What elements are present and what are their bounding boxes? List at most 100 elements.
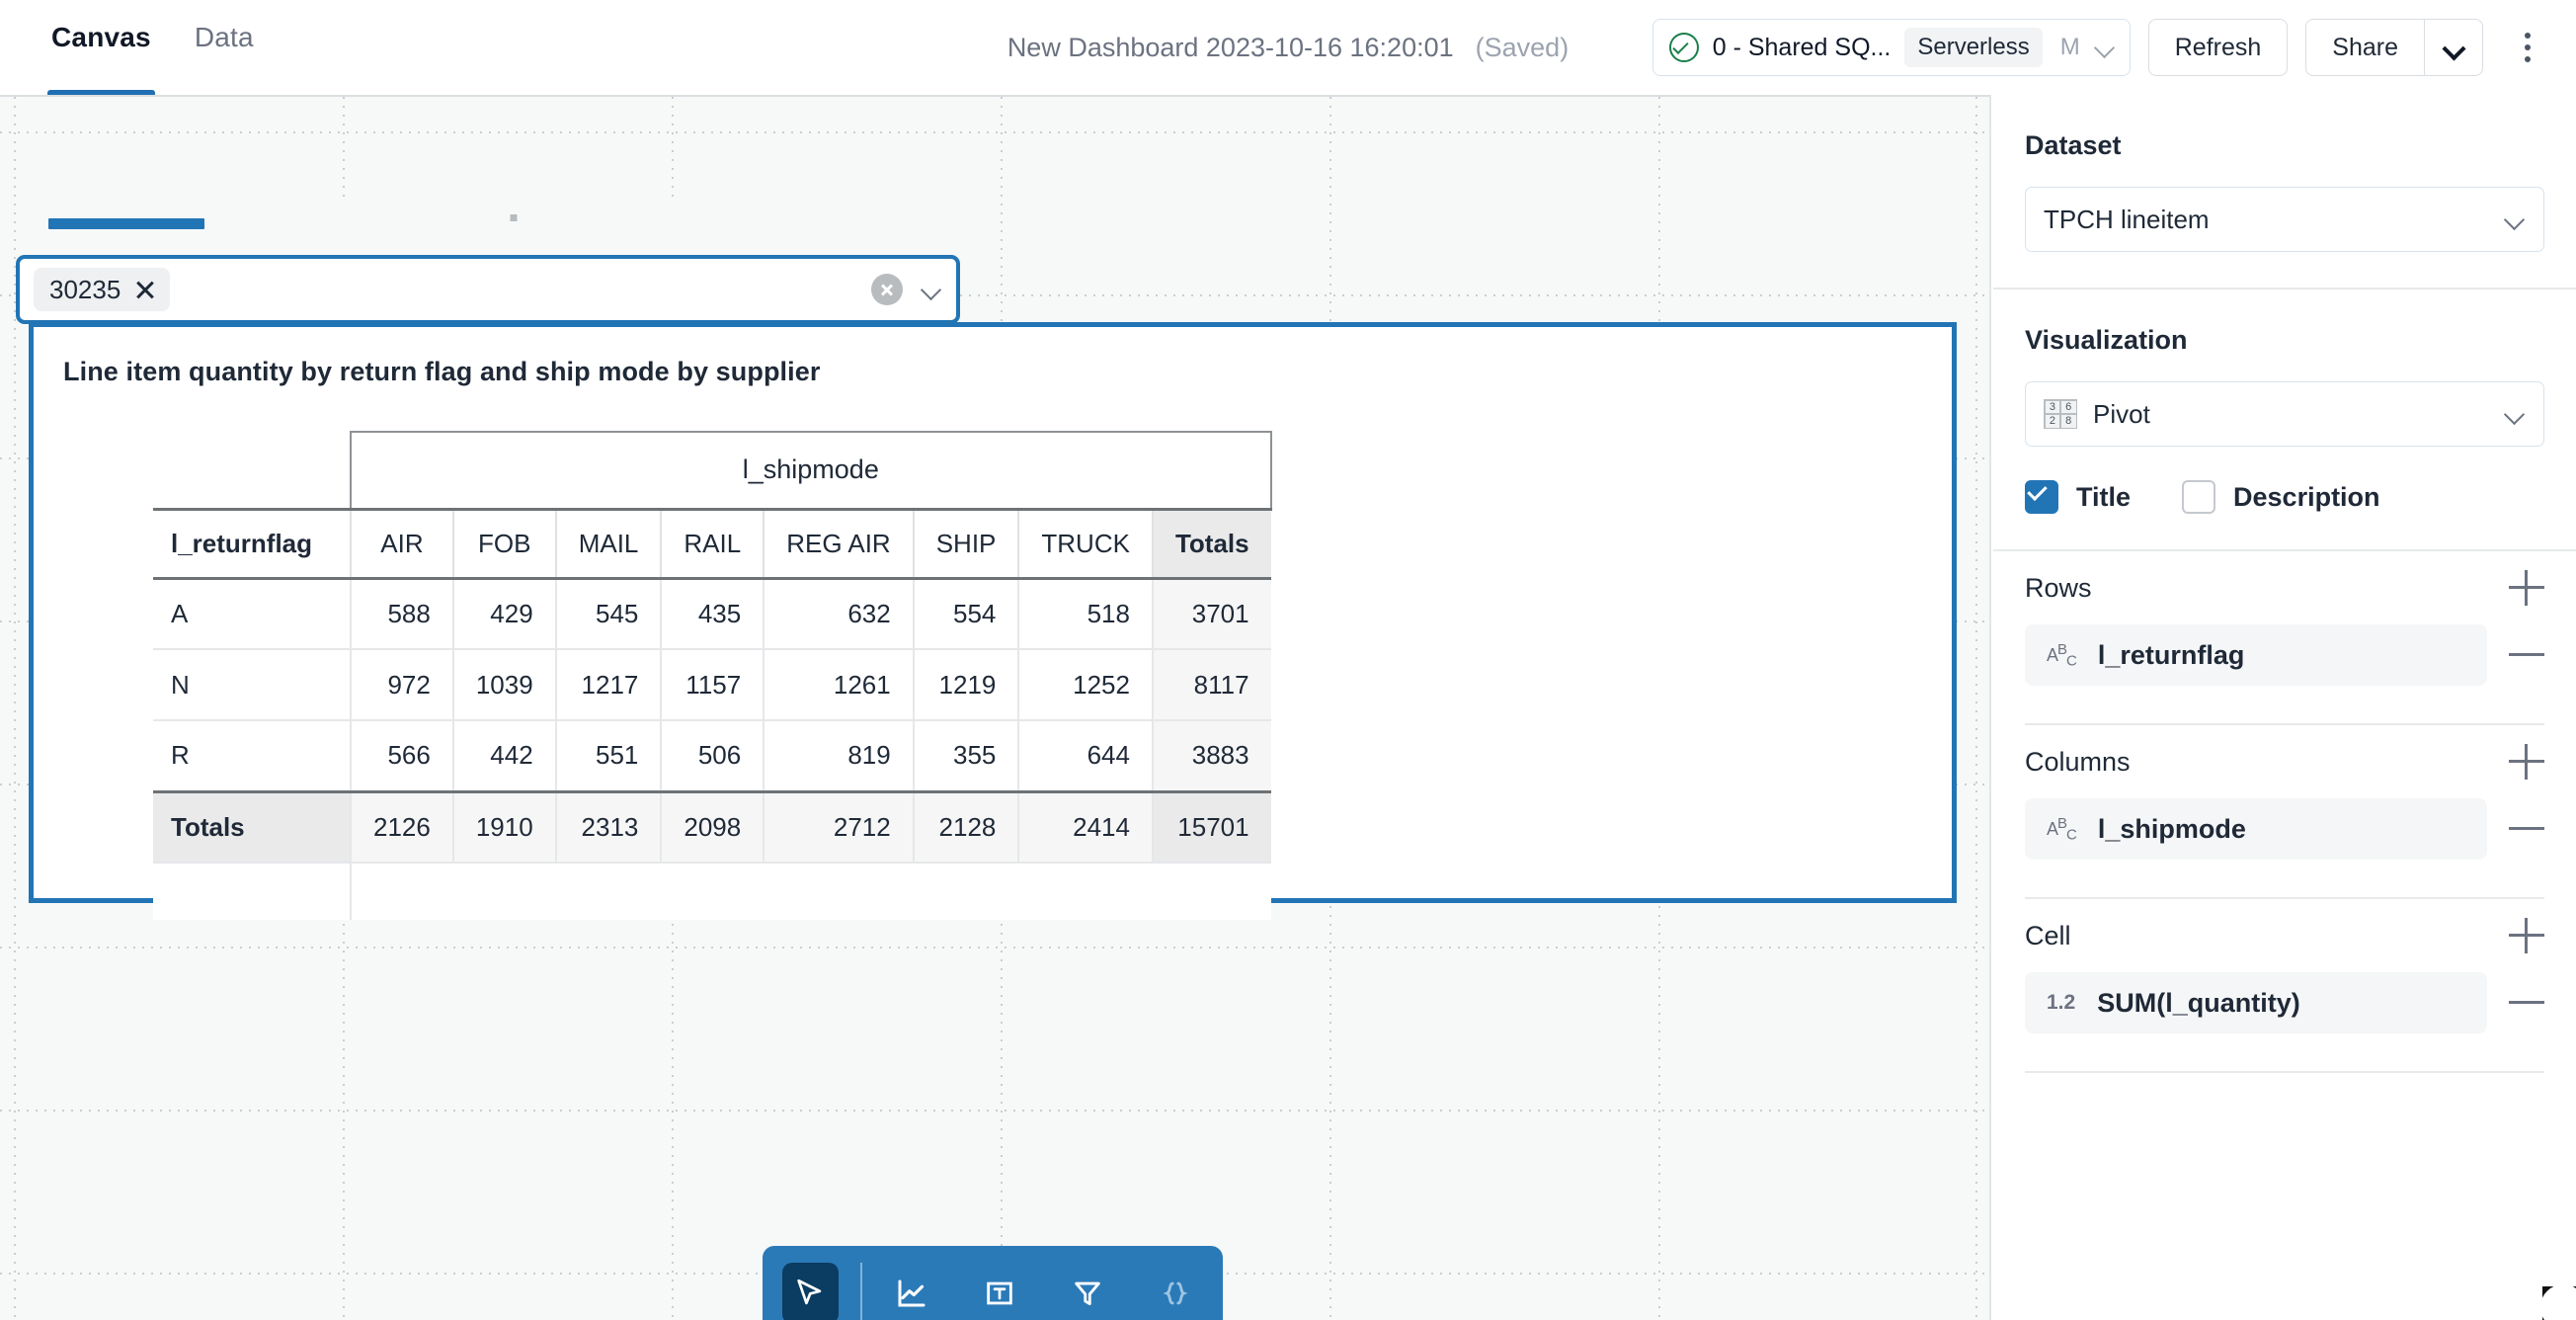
totals-cell: 2414 bbox=[1017, 789, 1154, 864]
close-x-icon[interactable] bbox=[134, 279, 156, 300]
field-pill-sum-l-quantity[interactable]: 1.2 SUM(l_quantity) bbox=[2025, 972, 2487, 1033]
multi-select-controls bbox=[871, 259, 942, 320]
row-label: N bbox=[153, 649, 352, 721]
table-cell: 429 bbox=[451, 578, 557, 650]
table-row: R 566 442 551 506 819 355 644 3883 bbox=[153, 720, 1271, 792]
tab-canvas[interactable]: Canvas bbox=[30, 0, 173, 95]
tool-cursor-button[interactable] bbox=[782, 1263, 839, 1320]
add-cell-field-button[interactable] bbox=[2509, 918, 2544, 953]
table-cell: 632 bbox=[763, 578, 915, 650]
abc-string-icon: ABC bbox=[2047, 814, 2077, 844]
cluster-badge: Serverless bbox=[1904, 28, 2043, 67]
widget-resize-handle[interactable] bbox=[510, 214, 518, 221]
multi-select-input[interactable]: 30235 bbox=[16, 255, 960, 324]
refresh-label: Refresh bbox=[2174, 33, 2262, 61]
field-name: SUM(l_quantity) bbox=[2097, 987, 2300, 1018]
totals-cell: 1910 bbox=[451, 789, 557, 864]
table-totals-row: Totals 2126 1910 2313 2098 2712 2128 241… bbox=[153, 789, 1271, 864]
pivot-table-footer-spacer bbox=[153, 863, 1271, 920]
table-cell: 1039 bbox=[451, 649, 557, 721]
share-label: Share bbox=[2332, 33, 2398, 61]
pivot-column-header: REG AIR bbox=[763, 509, 915, 580]
canvas-toolbar bbox=[763, 1246, 1223, 1320]
dataset-select[interactable]: TPCH lineitem bbox=[2025, 187, 2544, 252]
pivot-corner-cell bbox=[153, 432, 351, 509]
chevron-down-icon[interactable] bbox=[2094, 37, 2116, 58]
pivot-icon-digit: 6 bbox=[2060, 400, 2076, 414]
table-cell: 1157 bbox=[660, 649, 765, 721]
columns-section-header: Columns bbox=[2025, 725, 2544, 798]
pivot-column-group-header: l_shipmode bbox=[350, 431, 1272, 511]
top-bar: Canvas Data New Dashboard 2023-10-16 16:… bbox=[0, 0, 2576, 95]
remove-cell-field-button[interactable] bbox=[2509, 985, 2544, 1021]
code-braces-icon bbox=[1163, 1281, 1188, 1305]
more-options-button[interactable] bbox=[2505, 19, 2550, 76]
display-toggles: Title Description bbox=[2025, 480, 2544, 514]
clear-circle-icon[interactable] bbox=[871, 274, 903, 305]
chevron-down-icon[interactable] bbox=[921, 279, 942, 300]
pivot-column-header: FOB bbox=[451, 509, 557, 580]
remove-columns-field-button[interactable] bbox=[2509, 811, 2544, 847]
title-checkbox[interactable] bbox=[2025, 480, 2058, 514]
visualization-select[interactable]: 3 6 2 8 Pivot bbox=[2025, 381, 2544, 447]
row-total-cell: 3883 bbox=[1151, 720, 1271, 792]
dataset-value: TPCH lineitem bbox=[2044, 204, 2210, 234]
filter-funnel-icon bbox=[1074, 1281, 1100, 1306]
pivot-widget[interactable]: Line item quantity by return flag and sh… bbox=[29, 322, 1957, 920]
dashboard-title-group: New Dashboard 2023-10-16 16:20:01 (Saved… bbox=[1007, 0, 1569, 95]
table-cell: 518 bbox=[1017, 578, 1154, 650]
cursor-pointer-icon bbox=[797, 1279, 822, 1305]
widget-selection-marker bbox=[48, 218, 204, 229]
pivot-icon-digit: 2 bbox=[2045, 414, 2060, 428]
totals-cell: 2126 bbox=[350, 789, 454, 864]
table-cell: 1261 bbox=[763, 649, 915, 721]
table-cell: 435 bbox=[660, 578, 765, 650]
tool-code-button[interactable] bbox=[1147, 1263, 1203, 1320]
tool-chart-button[interactable] bbox=[884, 1263, 940, 1320]
pivot-table: l_shipmode l_returnflag AIR FOB MAIL RAI… bbox=[153, 431, 1272, 920]
share-button[interactable]: Share bbox=[2305, 19, 2424, 76]
share-dropdown-button[interactable] bbox=[2424, 19, 2483, 76]
dataset-section: Dataset TPCH lineitem bbox=[1993, 95, 2576, 252]
row-label: R bbox=[153, 720, 352, 792]
row-total-cell: 8117 bbox=[1151, 649, 1271, 721]
add-rows-field-button[interactable] bbox=[2509, 570, 2544, 606]
description-checkbox[interactable] bbox=[2182, 480, 2216, 514]
table-cell: 644 bbox=[1017, 720, 1154, 792]
cluster-selector[interactable]: 0 - Shared SQ... Serverless M bbox=[1651, 19, 2131, 76]
table-cell: 1217 bbox=[554, 649, 663, 721]
field-name: l_shipmode bbox=[2097, 813, 2246, 844]
cell-section: Cell 1.2 SUM(l_quantity) bbox=[1993, 899, 2576, 1073]
dataset-label: Dataset bbox=[2025, 130, 2122, 160]
dashboard-name[interactable]: New Dashboard 2023-10-16 16:20:01 bbox=[1007, 33, 1454, 63]
pivot-colgroup-row: l_shipmode bbox=[153, 431, 1272, 511]
rows-section: Rows ABC l_returnflag bbox=[1993, 551, 2576, 725]
table-cell: 545 bbox=[554, 578, 663, 650]
tool-filter-button[interactable] bbox=[1059, 1263, 1115, 1320]
columns-section: Columns ABC l_shipmode bbox=[1993, 725, 2576, 899]
filter-value-control[interactable]: 30235 bbox=[16, 255, 960, 324]
top-bar-actions: 0 - Shared SQ... Serverless M Refresh Sh… bbox=[1651, 0, 2550, 95]
refresh-button[interactable]: Refresh bbox=[2147, 19, 2289, 76]
dashboard-canvas[interactable]: 30235 Line item quantity by return flag … bbox=[0, 95, 1991, 1320]
table-cell: 588 bbox=[350, 578, 454, 650]
cell-section-header: Cell bbox=[2025, 899, 2544, 972]
table-cell: 566 bbox=[350, 720, 454, 792]
tab-data[interactable]: Data bbox=[173, 0, 276, 95]
window-resize-corner[interactable] bbox=[2542, 1286, 2576, 1320]
row-total-cell: 3701 bbox=[1151, 578, 1271, 650]
saved-status: (Saved) bbox=[1475, 32, 1570, 62]
field-pill-l-returnflag[interactable]: ABC l_returnflag bbox=[2025, 624, 2487, 686]
field-pill-l-shipmode[interactable]: ABC l_shipmode bbox=[2025, 798, 2487, 860]
rows-field-row: ABC l_returnflag bbox=[2025, 624, 2544, 686]
visualization-value: Pivot bbox=[2093, 398, 2150, 429]
title-checkbox-label: Title bbox=[2076, 481, 2132, 512]
add-columns-field-button[interactable] bbox=[2509, 744, 2544, 780]
kebab-dot bbox=[2525, 33, 2531, 39]
chevron-down-icon bbox=[2443, 37, 2464, 58]
remove-rows-field-button[interactable] bbox=[2509, 637, 2544, 673]
selected-value-chip[interactable]: 30235 bbox=[34, 268, 171, 311]
pivot-icon-digit: 8 bbox=[2060, 414, 2076, 428]
totals-cell: 2712 bbox=[763, 789, 915, 864]
tool-textbox-button[interactable] bbox=[971, 1263, 1027, 1320]
